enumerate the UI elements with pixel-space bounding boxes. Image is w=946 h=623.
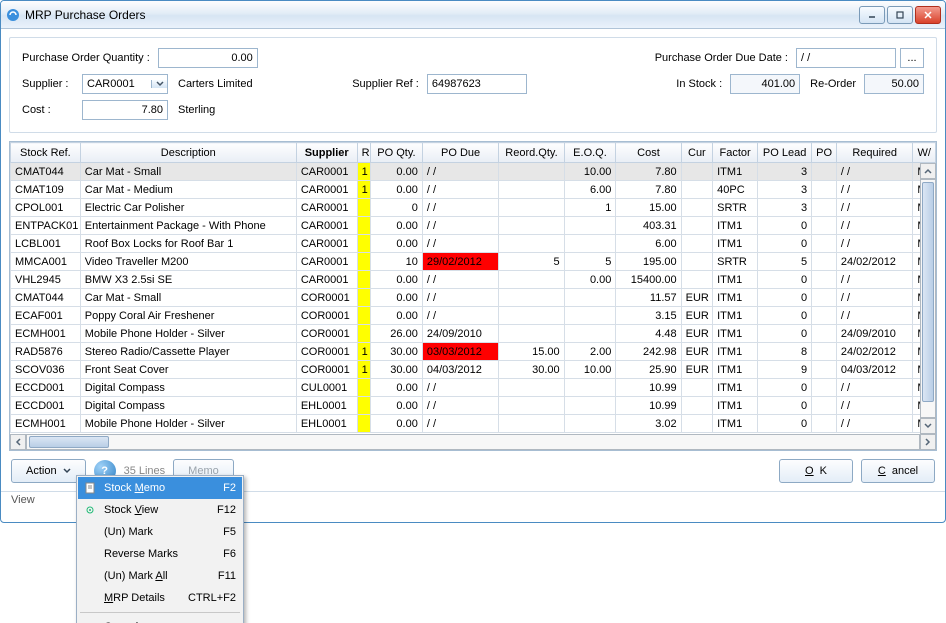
ok-button[interactable]: OK — [779, 459, 853, 483]
supplier-combo[interactable]: CAR0001 — [82, 74, 168, 94]
reorder-value: 50.00 — [864, 74, 924, 94]
col-header[interactable]: Reord.Qty. — [499, 143, 564, 163]
col-header[interactable]: PO Lead — [758, 143, 812, 163]
scroll-down-icon[interactable] — [920, 418, 936, 434]
eye-icon — [82, 502, 98, 518]
in-stock-label: In Stock : — [676, 78, 722, 90]
col-header[interactable]: W/ — [913, 143, 936, 163]
table-row[interactable]: ECMH001Mobile Phone Holder - SilverEHL00… — [11, 415, 936, 433]
col-header[interactable]: E.O.Q. — [564, 143, 616, 163]
menu-item[interactable]: (Un) MarkF5 — [78, 521, 242, 543]
in-stock-value: 401.00 — [730, 74, 800, 94]
note-icon — [82, 480, 98, 496]
col-header[interactable]: PO — [812, 143, 837, 163]
table-row[interactable]: LCBL001Roof Box Locks for Roof Bar 1CAR0… — [11, 235, 936, 253]
table-row[interactable]: SCOV036Front Seat CoverCOR0001130.0004/0… — [11, 361, 936, 379]
vertical-scrollbar[interactable] — [920, 163, 936, 434]
reorder-label: Re-Order — [810, 78, 856, 90]
maximize-button[interactable] — [887, 6, 913, 24]
grid[interactable]: Stock Ref.DescriptionSupplierRPO Qty.PO … — [9, 141, 937, 451]
table-row[interactable]: CMAT109Car Mat - MediumCAR000110.00/ /6.… — [11, 181, 936, 199]
menu-item[interactable]: Reverse MarksF6 — [78, 543, 242, 565]
app-icon — [5, 7, 21, 23]
scroll-thumb[interactable] — [922, 182, 934, 402]
table-row[interactable]: RAD5876Stereo Radio/Cassette PlayerCOR00… — [11, 343, 936, 361]
horizontal-scrollbar[interactable] — [10, 434, 936, 450]
action-button[interactable]: Action — [11, 459, 86, 483]
col-header[interactable]: PO Due — [422, 143, 499, 163]
col-header[interactable]: Cost — [616, 143, 681, 163]
col-header[interactable]: Description — [80, 143, 296, 163]
cost-label: Cost : — [22, 104, 74, 116]
table-row[interactable]: CMAT044Car Mat - SmallCAR000110.00/ /10.… — [11, 163, 936, 181]
scroll-right-icon[interactable] — [920, 434, 936, 450]
col-header[interactable]: Required — [836, 143, 913, 163]
form-panel: Purchase Order Quantity : 0.00 Purchase … — [9, 37, 937, 133]
col-header[interactable]: R — [357, 143, 371, 163]
po-qty-input[interactable]: 0.00 — [158, 48, 258, 68]
table-row[interactable]: ECCD001Digital CompassEHL00010.00/ /10.9… — [11, 397, 936, 415]
scroll-left-icon[interactable] — [10, 434, 26, 450]
menu-item[interactable]: (Un) Mark AllF11 — [78, 565, 242, 587]
scroll-up-icon[interactable] — [920, 163, 936, 179]
supplier-ref-input[interactable]: 64987623 — [427, 74, 527, 94]
table-row[interactable]: CMAT044Car Mat - SmallCOR00010.00/ /11.5… — [11, 289, 936, 307]
chevron-down-icon — [63, 467, 71, 475]
cancel-button[interactable]: Cancel — [861, 459, 935, 483]
cost-input[interactable]: 7.80 — [82, 100, 168, 120]
menu-item[interactable]: Stock ViewF12 — [78, 499, 242, 521]
menu-item[interactable]: Stock MemoF2 — [78, 477, 242, 499]
action-menu[interactable]: Stock MemoF2Stock ViewF12(Un) MarkF5Reve… — [76, 475, 244, 623]
close-button[interactable] — [915, 6, 941, 24]
scroll-thumb-h[interactable] — [29, 436, 109, 448]
app-window: MRP Purchase Orders Purchase Order Quant… — [0, 0, 946, 523]
chevron-down-icon — [151, 80, 167, 88]
date-picker-button[interactable]: ... — [900, 48, 924, 68]
status-text: View — [11, 494, 35, 506]
col-header[interactable]: Supplier — [296, 143, 357, 163]
po-due-label: Purchase Order Due Date : — [655, 52, 788, 64]
table-row[interactable]: ENTPACK01Entertainment Package - With Ph… — [11, 217, 936, 235]
po-due-input[interactable]: / / — [796, 48, 896, 68]
menu-item-cancel[interactable]: Cancel — [78, 616, 242, 623]
table-row[interactable]: VHL2945BMW X3 2.5si SECAR00010.00/ /0.00… — [11, 271, 936, 289]
table-row[interactable]: ECMH001Mobile Phone Holder - SilverCOR00… — [11, 325, 936, 343]
grid-header[interactable]: Stock Ref.DescriptionSupplierRPO Qty.PO … — [11, 143, 936, 163]
table-row[interactable]: ECAF001Poppy Coral Air FreshenerCOR00010… — [11, 307, 936, 325]
menu-item[interactable]: MRP DetailsCTRL+F2 — [78, 587, 242, 609]
col-header[interactable]: PO Qty. — [371, 143, 423, 163]
minimize-button[interactable] — [859, 6, 885, 24]
col-header[interactable]: Stock Ref. — [11, 143, 81, 163]
currency-label: Sterling — [178, 104, 215, 116]
supplier-label: Supplier : — [22, 78, 74, 90]
col-header[interactable]: Factor — [713, 143, 758, 163]
supplier-name: Carters Limited — [178, 78, 253, 90]
table-row[interactable]: MMCA001Video Traveller M200CAR00011029/0… — [11, 253, 936, 271]
supplier-ref-label: Supplier Ref : — [352, 78, 419, 90]
table-row[interactable]: CPOL001Electric Car PolisherCAR00010/ /1… — [11, 199, 936, 217]
window-title: MRP Purchase Orders — [25, 8, 857, 22]
col-header[interactable]: Cur — [681, 143, 713, 163]
titlebar[interactable]: MRP Purchase Orders — [1, 1, 945, 29]
po-qty-label: Purchase Order Quantity : — [22, 52, 150, 64]
table-row[interactable]: ECCD001Digital CompassCUL00010.00/ /10.9… — [11, 379, 936, 397]
